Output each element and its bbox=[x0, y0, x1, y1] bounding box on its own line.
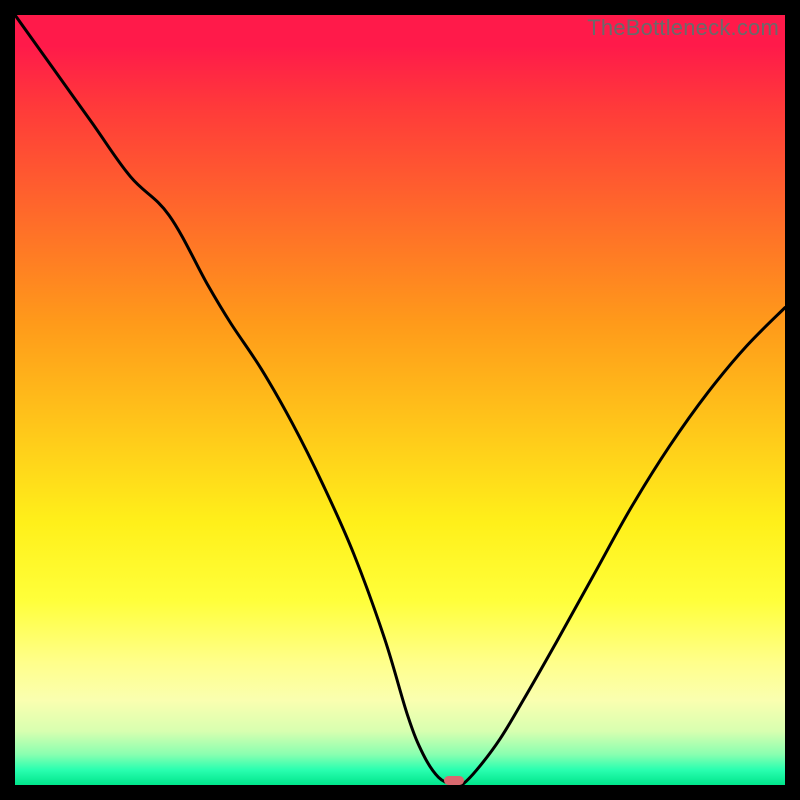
chart-frame: TheBottleneck.com bbox=[0, 0, 800, 800]
plot-area: TheBottleneck.com bbox=[15, 15, 785, 785]
bottleneck-curve bbox=[15, 15, 785, 785]
optimal-marker bbox=[444, 776, 464, 785]
